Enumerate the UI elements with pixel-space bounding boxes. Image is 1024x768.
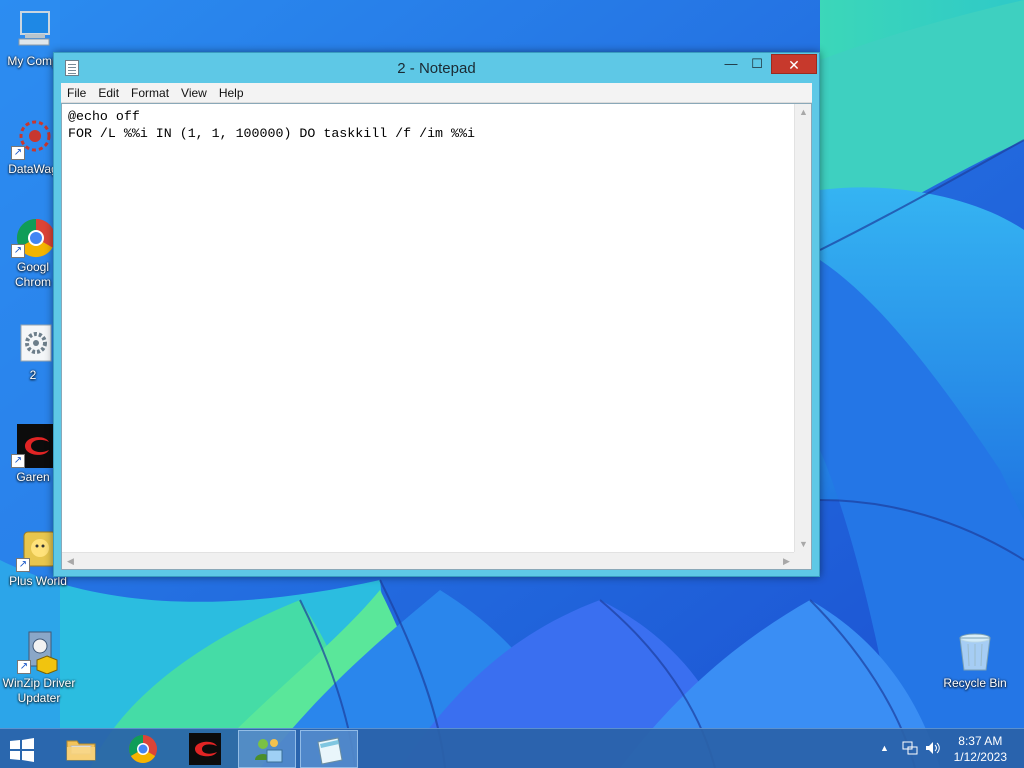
folder-icon <box>65 733 97 765</box>
shortcut-arrow-icon: ↗ <box>11 146 25 160</box>
menu-view[interactable]: View <box>175 83 213 103</box>
desktop-icon-label: Recycle Bin <box>943 676 1007 690</box>
windows-logo-icon <box>10 738 34 762</box>
clock[interactable]: 8:37 AM 1/12/2023 <box>954 733 1007 765</box>
menu-file[interactable]: File <box>61 83 92 103</box>
window-title: 2 - Notepad <box>397 60 476 77</box>
clock-time: 8:37 AM <box>958 734 1003 748</box>
minimize-button[interactable]: — <box>718 54 744 74</box>
scroll-up-icon[interactable]: ▲ <box>795 104 812 121</box>
chrome-icon: ↗ <box>11 214 56 258</box>
menu-help[interactable]: Help <box>213 83 250 103</box>
window-titlebar[interactable]: 2 - Notepad — ☐ ✕ <box>54 53 819 83</box>
network-people-icon <box>252 734 284 766</box>
datawag-icon: ↗ <box>11 116 55 160</box>
taskbar-app-google-chrome[interactable] <box>114 730 172 768</box>
editor-area[interactable]: @echo off FOR /L %%i IN (1, 1, 100000) D… <box>61 103 812 570</box>
start-button[interactable] <box>6 737 38 763</box>
taskbar: ▲ 8:37 AM 1/12/2023 <box>0 728 1024 768</box>
scroll-down-icon[interactable]: ▼ <box>795 536 812 553</box>
show-hidden-icons-chevron-icon[interactable]: ▲ <box>880 743 889 753</box>
menu-bar: File Edit Format View Help <box>61 83 812 103</box>
shortcut-arrow-icon: ↗ <box>11 244 25 258</box>
computer-icon <box>11 8 55 52</box>
network-icon[interactable] <box>902 740 918 759</box>
taskbar-app-network[interactable] <box>238 730 296 768</box>
menu-edit[interactable]: Edit <box>92 83 125 103</box>
desktop-icon-winzip-driver-updater[interactable]: ↗ WinZip Driver Updater <box>0 630 78 706</box>
horizontal-scrollbar[interactable]: ◀ ▶ <box>62 552 795 569</box>
chrome-icon <box>127 733 159 765</box>
desktop-icon-label-line1: WinZip Driver <box>2 676 76 690</box>
taskbar-app-file-explorer[interactable] <box>52 730 110 768</box>
garena-icon <box>189 733 221 765</box>
close-button[interactable]: ✕ <box>771 54 817 74</box>
shortcut-arrow-icon: ↗ <box>16 558 30 572</box>
shortcut-arrow-icon: ↗ <box>11 454 25 468</box>
scrollbar-corner <box>794 552 811 569</box>
clock-date: 1/12/2023 <box>953 750 1007 764</box>
winzip-driver-icon: ↗ <box>17 630 61 675</box>
text-content[interactable]: @echo off FOR /L %%i IN (1, 1, 100000) D… <box>62 104 795 553</box>
vertical-scrollbar[interactable]: ▲ ▼ <box>794 104 811 553</box>
maximize-button[interactable]: ☐ <box>744 54 770 74</box>
notepad-icon <box>314 734 346 766</box>
recycle-bin-icon <box>953 630 997 674</box>
notepad-window[interactable]: 2 - Notepad — ☐ ✕ File Edit Format View Help… <box>53 52 820 577</box>
volume-icon[interactable] <box>924 740 942 759</box>
desktop-icon-recycle-bin[interactable]: Recycle Bin <box>936 630 1014 691</box>
system-tray: ▲ 8:37 AM 1/12/2023 <box>864 729 1024 768</box>
gear-document-icon <box>11 322 55 366</box>
menu-format[interactable]: Format <box>125 83 175 103</box>
scroll-right-icon[interactable]: ▶ <box>778 553 795 570</box>
garena-icon: ↗ <box>11 424 55 468</box>
scroll-left-icon[interactable]: ◀ <box>62 553 79 570</box>
taskbar-app-garena[interactable] <box>176 730 234 768</box>
desktop-icon-label-line2: Updater <box>17 691 61 705</box>
taskbar-app-notepad[interactable] <box>300 730 358 768</box>
shortcut-arrow-icon: ↗ <box>17 660 31 674</box>
